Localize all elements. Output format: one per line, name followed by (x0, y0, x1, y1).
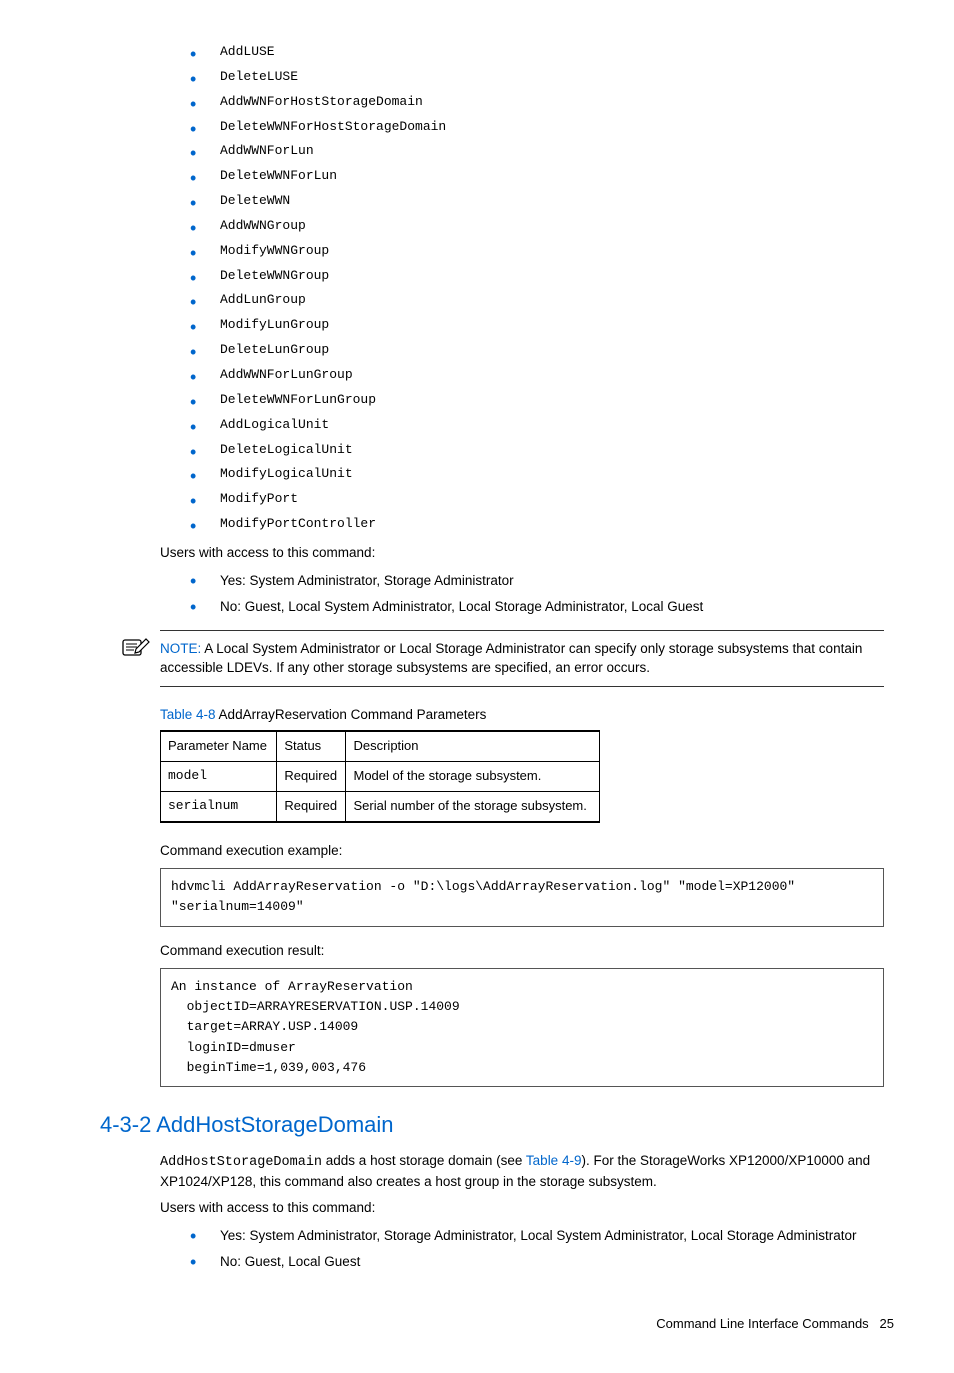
th-desc: Description (346, 731, 600, 761)
command-item: AddLunGroup (160, 288, 884, 313)
command-item: DeleteWWNForLunGroup (160, 388, 884, 413)
param-desc: Model of the storage subsystem. (346, 762, 600, 792)
access-intro: Users with access to this command: (160, 543, 884, 563)
command-item: DeleteWWNForLun (160, 164, 884, 189)
command-item: DeleteWWNForHostStorageDomain (160, 115, 884, 140)
param-status: Required (277, 791, 346, 821)
footer-page: 25 (880, 1316, 894, 1331)
command-item: AddLUSE (160, 40, 884, 65)
command-item: DeleteLogicalUnit (160, 438, 884, 463)
note-label: NOTE: (160, 641, 201, 656)
section-access-list: Yes: System Administrator, Storage Admin… (160, 1223, 884, 1274)
command-item: AddWWNForLun (160, 139, 884, 164)
section-heading: 4-3-2 AddHostStorageDomain (100, 1109, 884, 1141)
command-item: ModifyLunGroup (160, 313, 884, 338)
command-item: ModifyWWNGroup (160, 239, 884, 264)
section-access-intro: Users with access to this command: (160, 1198, 884, 1218)
access-list: Yes: System Administrator, Storage Admin… (160, 568, 884, 619)
table-row: serialnumRequiredSerial number of the st… (161, 791, 600, 821)
command-item: ModifyLogicalUnit (160, 462, 884, 487)
param-name: serialnum (161, 791, 277, 821)
access-item: Yes: System Administrator, Storage Admin… (160, 568, 884, 594)
command-item: AddLogicalUnit (160, 413, 884, 438)
param-status: Required (277, 762, 346, 792)
exec-result-code: An instance of ArrayReservation objectID… (160, 968, 884, 1087)
access-item: No: Guest, Local Guest (160, 1249, 884, 1275)
command-item: ModifyPort (160, 487, 884, 512)
th-name: Parameter Name (161, 731, 277, 761)
param-name: model (161, 762, 277, 792)
note-block: NOTE: A Local System Administrator or Lo… (160, 630, 884, 687)
th-status: Status (277, 731, 346, 761)
param-desc: Serial number of the storage subsystem. (346, 791, 600, 821)
command-item: DeleteLunGroup (160, 338, 884, 363)
note-icon (122, 635, 150, 657)
command-item: DeleteLUSE (160, 65, 884, 90)
table-caption-rest: AddArrayReservation Command Parameters (216, 707, 487, 722)
command-item: AddWWNForLunGroup (160, 363, 884, 388)
footer-text: Command Line Interface Commands (656, 1316, 868, 1331)
table-caption: Table 4-8 AddArrayReservation Command Pa… (160, 705, 884, 725)
section-para: AddHostStorageDomain adds a host storage… (160, 1151, 884, 1192)
section-cmd: AddHostStorageDomain (160, 1155, 322, 1170)
command-list: AddLUSEDeleteLUSEAddWWNForHostStorageDom… (160, 40, 884, 537)
access-item: Yes: System Administrator, Storage Admin… (160, 1223, 884, 1249)
section-before: adds a host storage domain (see (322, 1153, 526, 1168)
table-row: modelRequiredModel of the storage subsys… (161, 762, 600, 792)
command-item: AddWWNForHostStorageDomain (160, 90, 884, 115)
exec-example-code: hdvmcli AddArrayReservation -o "D:\logs\… (160, 868, 884, 926)
access-item: No: Guest, Local System Administrator, L… (160, 594, 884, 620)
exec-result-label: Command execution result: (160, 941, 884, 961)
exec-example-label: Command execution example: (160, 841, 884, 861)
command-item: DeleteWWNGroup (160, 264, 884, 289)
section-link[interactable]: Table 4-9 (526, 1153, 582, 1168)
page-footer: Command Line Interface Commands 25 (60, 1315, 894, 1334)
command-item: AddWWNGroup (160, 214, 884, 239)
command-item: DeleteWWN (160, 189, 884, 214)
command-item: ModifyPortController (160, 512, 884, 537)
table-caption-link[interactable]: Table 4-8 (160, 707, 216, 722)
note-text: A Local System Administrator or Local St… (160, 641, 862, 676)
param-table: Parameter Name Status Description modelR… (160, 730, 600, 823)
